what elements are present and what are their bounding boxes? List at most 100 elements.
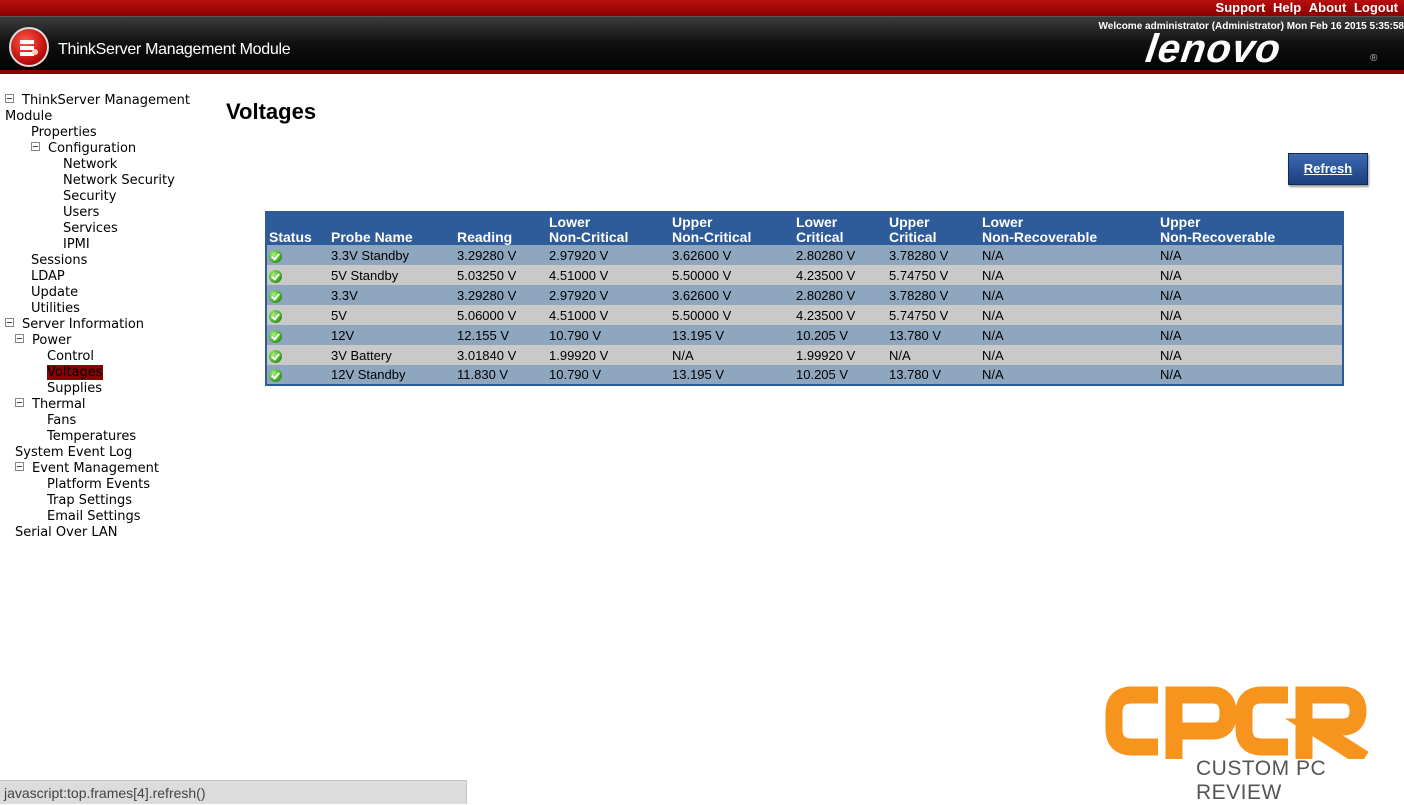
tree-node-sessions[interactable]: Sessions [31, 253, 87, 269]
cell-unr: N/A [1158, 345, 1343, 365]
tree-label: Power [32, 333, 72, 348]
tree-label: Event Management [32, 461, 160, 476]
voltages-table: Status Probe Name Reading Lower Non-Criti… [265, 211, 1344, 386]
cell-lnc: 4.51000 V [547, 265, 670, 285]
tree-label: Email Settings [47, 509, 141, 524]
collapse-icon[interactable] [5, 318, 14, 327]
status-cell [266, 345, 329, 365]
cell-unr: N/A [1158, 365, 1343, 385]
header-text: Lower [982, 214, 1024, 230]
cell-unc: 13.195 V [670, 365, 794, 385]
cell-uc: N/A [887, 345, 980, 365]
help-link[interactable]: Help [1273, 0, 1301, 15]
cell-lnr: N/A [980, 305, 1158, 325]
tree-node-system-event-log[interactable]: System Event Log [15, 445, 132, 461]
logout-link[interactable]: Logout [1354, 0, 1398, 15]
column-header-probe-name: Probe Name [329, 212, 455, 245]
support-link[interactable]: Support [1216, 0, 1266, 15]
tree-node-network-security[interactable]: Network Security [63, 173, 175, 189]
collapse-icon[interactable] [15, 334, 24, 343]
tree-node-configuration[interactable]: Configuration [31, 141, 136, 157]
column-header-upper-non-critical: Upper Non-Critical [670, 212, 794, 245]
cell-uc: 5.74750 V [887, 305, 980, 325]
tree-label: Supplies [47, 381, 102, 396]
tree-node-module-wrap[interactable]: Module [5, 109, 52, 125]
cell-lnc: 10.790 V [547, 325, 670, 345]
cell-lnr: N/A [980, 265, 1158, 285]
tree-node-properties[interactable]: Properties [31, 125, 97, 141]
product-title: ThinkServer Management Module [58, 41, 291, 58]
tree-label: Server Information [22, 317, 145, 332]
status-cell [266, 325, 329, 345]
header-text: Reading [457, 229, 513, 245]
cell-lnr: N/A [980, 325, 1158, 345]
cell-probe: 5V Standby [329, 265, 455, 285]
tree-node-voltages[interactable]: Voltages [47, 365, 103, 381]
tree-node-email-settings[interactable]: Email Settings [47, 509, 141, 525]
tree-node-network[interactable]: Network [63, 157, 117, 173]
cell-reading: 5.03250 V [455, 265, 547, 285]
collapse-icon[interactable] [15, 462, 24, 471]
tree-node-utilities[interactable]: Utilities [31, 301, 80, 317]
header-text: Lower [796, 214, 838, 230]
cell-lc: 4.23500 V [794, 305, 887, 325]
tree-label: LDAP [31, 269, 65, 284]
tree-node-server-information[interactable]: Server Information [5, 317, 144, 333]
tree-node-users[interactable]: Users [63, 205, 99, 221]
cell-probe: 3.3V [329, 285, 455, 305]
registered-mark: ® [1370, 53, 1378, 64]
tree-node-ipmi[interactable]: IPMI [63, 237, 90, 253]
table-row: 3V Battery 3.01840 V 1.99920 V N/A 1.99920 V… [266, 345, 1343, 365]
table-row: 5V Standby 5.03250 V 4.51000 V 5.50000 V 4.2… [266, 265, 1343, 285]
tree-node-trap-settings[interactable]: Trap Settings [47, 493, 132, 509]
tree-node-temperatures[interactable]: Temperatures [47, 429, 136, 445]
cell-lc: 2.80280 V [794, 245, 887, 265]
cell-unc: 5.50000 V [670, 265, 794, 285]
tree-label: Fans [47, 413, 77, 428]
top-links: Support Help About Logout [1212, 0, 1398, 16]
table-header-row: Status Probe Name Reading Lower Non-Criti… [266, 212, 1343, 245]
tree-node-event-management[interactable]: Event Management [15, 461, 159, 477]
column-header-lower-non-recoverable: Lower Non-Recoverable [980, 212, 1158, 245]
tree-node-security[interactable]: Security [63, 189, 116, 205]
cell-uc: 13.780 V [887, 325, 980, 345]
collapse-icon[interactable] [5, 94, 14, 103]
server-logo-icon [9, 27, 49, 67]
tree-label: Platform Events [47, 477, 150, 492]
status-ok-icon [269, 309, 282, 323]
refresh-button[interactable]: Refresh [1288, 153, 1368, 185]
tree-node-fans[interactable]: Fans [47, 413, 76, 429]
about-link[interactable]: About [1309, 0, 1347, 15]
tree-node-power[interactable]: Power [15, 333, 71, 349]
tree-label: Trap Settings [47, 493, 133, 508]
cell-uc: 5.74750 V [887, 265, 980, 285]
tree-label: Services [63, 221, 118, 236]
tree-node-thermal[interactable]: Thermal [15, 397, 86, 413]
header-text: Non-Recoverable [982, 229, 1098, 245]
tree-label: Security [63, 189, 117, 204]
tree-node-ldap[interactable]: LDAP [31, 269, 65, 285]
cell-unc: 13.195 V [670, 325, 794, 345]
tree-label: Serial Over LAN [15, 525, 118, 540]
tree-node-serial-over-lan[interactable]: Serial Over LAN [15, 525, 117, 541]
tree-node-thinkserver-module[interactable]: ThinkServer Management [5, 93, 190, 109]
column-header-lower-critical: Lower Critical [794, 212, 887, 245]
tree-node-platform-events[interactable]: Platform Events [47, 477, 150, 493]
header-text: Upper [889, 214, 930, 230]
collapse-icon[interactable] [31, 142, 40, 151]
cell-unc: 3.62600 V [670, 245, 794, 265]
tree-label: Thermal [32, 397, 86, 412]
tree-label: Sessions [31, 253, 88, 268]
status-ok-icon [269, 349, 282, 363]
collapse-icon[interactable] [15, 398, 24, 407]
cell-unr: N/A [1158, 265, 1343, 285]
table-row: 3.3V 3.29280 V 2.97920 V 3.62600 V 2.80280 V… [266, 285, 1343, 305]
tree-node-update[interactable]: Update [31, 285, 78, 301]
tree-node-supplies[interactable]: Supplies [47, 381, 102, 397]
tree-node-control[interactable]: Control [47, 349, 94, 365]
cell-unr: N/A [1158, 245, 1343, 265]
cell-lnr: N/A [980, 345, 1158, 365]
status-ok-icon [269, 269, 282, 283]
top-nav-bar: Support Help About Logout [0, 0, 1404, 16]
tree-node-services[interactable]: Services [63, 221, 118, 237]
